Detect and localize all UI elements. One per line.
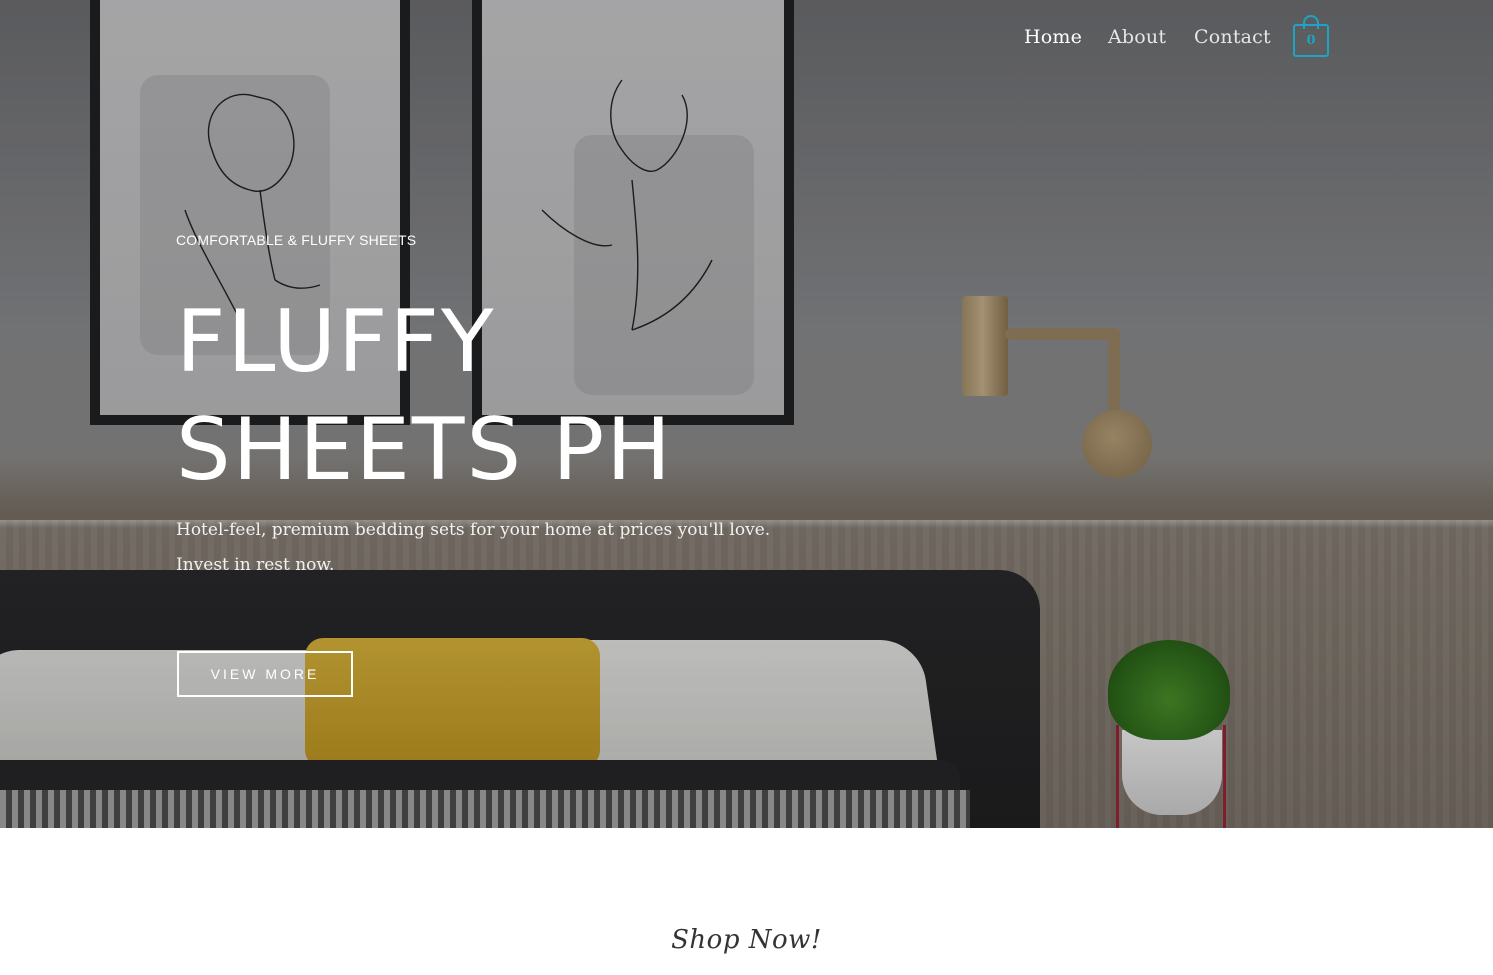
nav-home-link[interactable]: Home [1024,26,1082,48]
hero-headline: FLUFFY SHEETS PH [176,292,673,500]
shop-now-heading: Shop Now! [671,925,822,955]
cart-count: 0 [1293,24,1329,57]
nav-about-link[interactable]: About [1108,26,1166,48]
hero-eyebrow: COMFORTABLE & FLUFFY SHEETS [176,232,417,248]
nav-contact-link[interactable]: Contact [1194,26,1271,48]
hero-section: Home About Contact 0 COMFORTABLE & FLUFF… [0,0,1493,828]
view-more-button[interactable]: VIEW MORE [177,651,353,697]
main-nav: Home About Contact 0 [0,0,1493,80]
cart-button[interactable]: 0 [1293,15,1329,57]
hero-subtext: Hotel-feel, premium bedding sets for you… [176,520,771,575]
